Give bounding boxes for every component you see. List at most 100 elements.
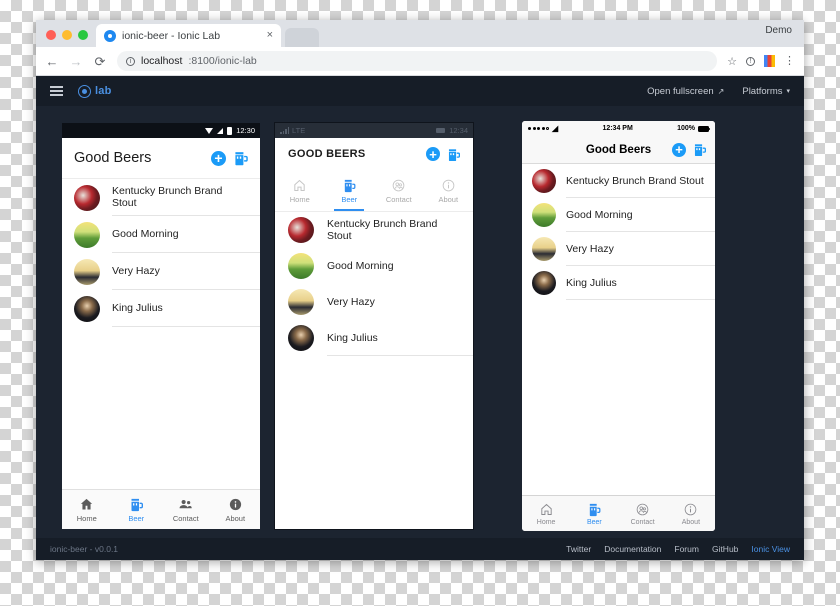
navbar-actions: + bbox=[672, 142, 706, 157]
avatar bbox=[532, 237, 556, 261]
android-status-bar: 12:30 bbox=[62, 123, 260, 138]
tab-about[interactable]: About bbox=[667, 496, 715, 531]
tab-beer[interactable]: Beer bbox=[570, 496, 618, 531]
browser-tabstrip: ionic-beer - Ionic Lab × Demo bbox=[36, 20, 804, 47]
tab-about[interactable]: About bbox=[424, 170, 474, 211]
android-content: Kentucky Brunch Brand Stout Good Morning… bbox=[62, 179, 260, 489]
beer-list: Kentucky Brunch Brand Stout Good Morning… bbox=[275, 212, 473, 356]
windows-top-tabs: Home Beer Contact About bbox=[275, 170, 473, 212]
tab-contact[interactable]: Contact bbox=[374, 170, 424, 211]
list-item[interactable]: Good Morning bbox=[62, 216, 260, 253]
site-info-icon[interactable]: i bbox=[126, 56, 135, 66]
list-item[interactable]: Kentucky Brunch Brand Stout bbox=[522, 164, 715, 198]
list-item[interactable]: Good Morning bbox=[522, 198, 715, 232]
list-item[interactable]: Good Morning bbox=[275, 248, 473, 284]
external-link-icon: ↗ bbox=[717, 86, 725, 96]
extension-icon[interactable] bbox=[764, 55, 775, 67]
beer-list: Kentucky Brunch Brand Stout Good Morning… bbox=[62, 179, 260, 327]
open-fullscreen-label: Open fullscreen bbox=[647, 85, 714, 97]
beer-name: Kentucky Brunch Brand Stout bbox=[112, 179, 260, 216]
footer-link-forum[interactable]: Forum bbox=[674, 544, 699, 554]
tab-label: About bbox=[681, 518, 701, 526]
tab-beer[interactable]: Beer bbox=[112, 490, 162, 529]
lab-logo: lab bbox=[78, 84, 112, 98]
beer-name: Very Hazy bbox=[112, 253, 260, 290]
minimize-window-button[interactable] bbox=[62, 30, 72, 40]
close-window-button[interactable] bbox=[46, 30, 56, 40]
beer-mug-icon bbox=[342, 178, 357, 193]
maximize-window-button[interactable] bbox=[78, 30, 88, 40]
tab-beer[interactable]: Beer bbox=[325, 170, 375, 211]
beer-name: Kentucky Brunch Brand Stout bbox=[566, 164, 715, 198]
battery-icon bbox=[697, 125, 711, 132]
list-item[interactable]: Very Hazy bbox=[275, 284, 473, 320]
beer-name: King Julius bbox=[327, 320, 473, 356]
close-icon[interactable]: × bbox=[267, 30, 273, 41]
beer-name: Very Hazy bbox=[566, 232, 715, 266]
browser-menu-icon[interactable]: ⋮ bbox=[784, 56, 795, 67]
footer-link-github[interactable]: GitHub bbox=[712, 544, 738, 554]
tab-label: About bbox=[225, 513, 246, 523]
new-tab-button[interactable] bbox=[285, 28, 319, 47]
tab-about[interactable]: About bbox=[211, 490, 261, 529]
footer-link-ionic-view[interactable]: Ionic View bbox=[751, 544, 790, 554]
beer-mug-icon[interactable] bbox=[233, 150, 248, 166]
contacts-icon bbox=[178, 497, 193, 512]
signal-icon bbox=[280, 127, 289, 134]
beer-mug-icon[interactable] bbox=[447, 147, 460, 162]
home-icon bbox=[292, 178, 307, 193]
list-item[interactable]: King Julius bbox=[275, 320, 473, 356]
beer-name: King Julius bbox=[566, 266, 715, 300]
tab-label: Home bbox=[536, 518, 556, 526]
tab-contact[interactable]: Contact bbox=[619, 496, 667, 531]
platforms-dropdown[interactable]: Platforms ▾ bbox=[742, 86, 790, 97]
back-icon[interactable]: ← bbox=[45, 55, 59, 68]
list-item[interactable]: Kentucky Brunch Brand Stout bbox=[62, 179, 260, 216]
reload-icon[interactable]: ⟳ bbox=[93, 55, 107, 68]
add-icon[interactable]: + bbox=[426, 147, 440, 161]
page-info-icon[interactable]: ! bbox=[746, 56, 755, 66]
status-network: LTE bbox=[292, 126, 306, 135]
list-item[interactable]: Very Hazy bbox=[522, 232, 715, 266]
ios-status-bar: ◢ 12:34 PM 100% bbox=[522, 121, 715, 136]
contacts-icon bbox=[635, 502, 650, 517]
list-item[interactable]: Kentucky Brunch Brand Stout bbox=[275, 212, 473, 248]
battery-icon bbox=[227, 126, 233, 135]
add-icon[interactable]: + bbox=[211, 150, 226, 166]
page-title: GOOD BEERS bbox=[288, 148, 366, 160]
menu-icon[interactable] bbox=[50, 86, 63, 96]
lab-header-left: lab bbox=[50, 84, 112, 98]
avatar bbox=[288, 289, 314, 315]
avatar bbox=[74, 258, 100, 285]
footer-link-documentation[interactable]: Documentation bbox=[604, 544, 661, 554]
bookmark-star-icon[interactable]: ☆ bbox=[727, 55, 737, 68]
beer-mug-icon[interactable] bbox=[693, 142, 706, 157]
avatar bbox=[74, 295, 100, 322]
tab-home[interactable]: Home bbox=[275, 170, 325, 211]
beer-name: Good Morning bbox=[566, 198, 715, 232]
navbar-actions: + bbox=[426, 147, 460, 162]
tab-home[interactable]: Home bbox=[62, 490, 112, 529]
status-time: 12:30 bbox=[236, 126, 255, 135]
list-item[interactable]: King Julius bbox=[62, 290, 260, 327]
tab-label: Beer bbox=[586, 518, 602, 526]
add-icon[interactable]: + bbox=[672, 142, 686, 157]
status-time: 12:34 PM bbox=[602, 125, 633, 132]
device-preview-android: 12:30 Good Beers + Kentucky Brunch Brand… bbox=[62, 123, 260, 529]
footer-link-twitter[interactable]: Twitter bbox=[566, 544, 591, 554]
list-item[interactable]: Very Hazy bbox=[62, 253, 260, 290]
url-host: localhost bbox=[141, 55, 183, 67]
beer-mug-icon bbox=[587, 502, 602, 517]
device-preview-ios: ◢ 12:34 PM 100% Good Beers + Kentucky Br… bbox=[522, 121, 715, 531]
list-item[interactable]: King Julius bbox=[522, 266, 715, 300]
platforms-label: Platforms bbox=[742, 85, 783, 97]
avatar bbox=[74, 184, 100, 211]
tab-label: About bbox=[438, 194, 459, 204]
tab-home[interactable]: Home bbox=[522, 496, 570, 531]
open-fullscreen-button[interactable]: Open fullscreen ↗ bbox=[647, 86, 724, 97]
tab-contact[interactable]: Contact bbox=[161, 490, 211, 529]
address-bar[interactable]: i localhost:8100/ionic-lab bbox=[117, 51, 718, 71]
lab-header: lab Open fullscreen ↗ Platforms ▾ bbox=[36, 76, 804, 106]
browser-tab[interactable]: ionic-beer - Ionic Lab × bbox=[96, 24, 281, 47]
page-title: Good Beers bbox=[74, 150, 152, 166]
